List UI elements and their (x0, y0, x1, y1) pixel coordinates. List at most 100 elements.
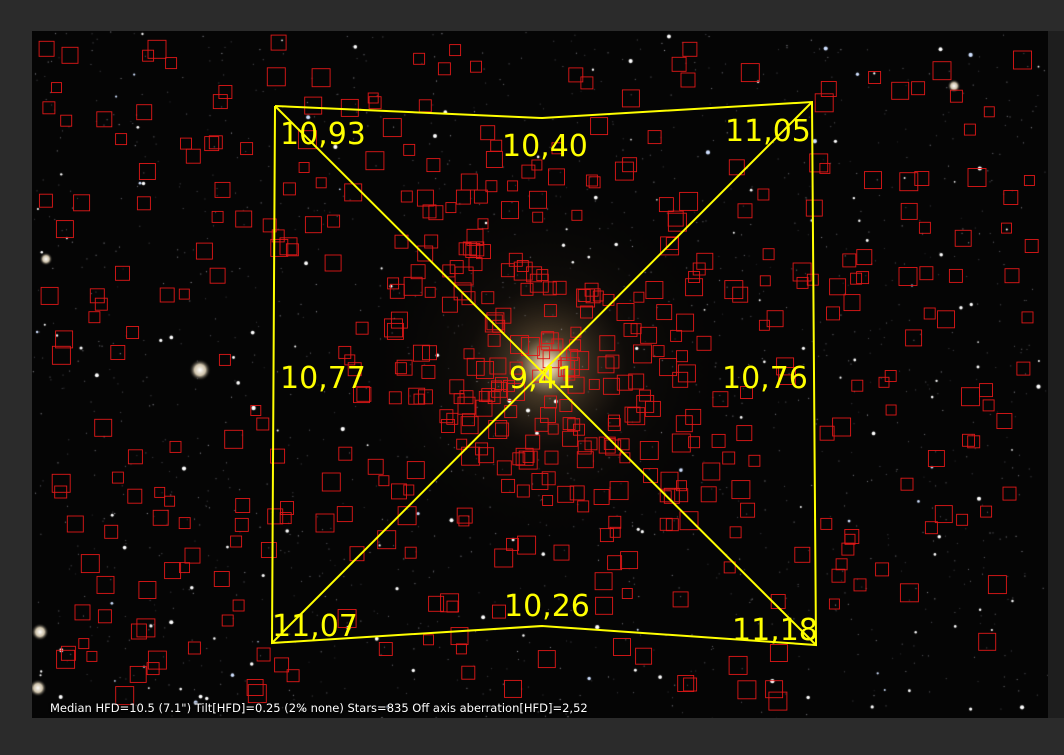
star-detection-box (630, 323, 642, 335)
star-detection-box (842, 253, 857, 268)
star-detection-box (455, 643, 467, 655)
star-detection-box (537, 650, 556, 669)
star-detection-box (410, 264, 426, 280)
star-detection-box (164, 495, 176, 507)
star-detection-box (875, 562, 890, 577)
star-detection-box (607, 555, 623, 571)
image-viewer-window: 10,93 10,40 11,05 10,77 9,41 10,76 11,07… (0, 0, 1064, 755)
star-detection-box (127, 449, 143, 465)
star-detection-box (51, 345, 71, 365)
star-detection-box (169, 440, 182, 453)
star-detection-box (390, 311, 408, 329)
star-detection-box (1001, 222, 1012, 234)
star-detection-box (178, 517, 191, 530)
star-detection-box (185, 148, 201, 164)
star-detection-box (403, 484, 415, 496)
star-detection-box (270, 34, 287, 51)
star-detection-box (608, 414, 620, 427)
star-detection-box (490, 139, 503, 152)
star-detection-box (602, 293, 615, 306)
star-detection-box (336, 506, 353, 523)
star-detection-box (724, 280, 744, 300)
star-detection-box (195, 242, 213, 260)
star-detection-box (458, 242, 472, 256)
star-detection-box (679, 191, 699, 211)
star-detection-box (525, 434, 541, 450)
star-detection-box (521, 164, 536, 179)
star-detection-box (212, 94, 228, 110)
star-detection-box (461, 413, 475, 427)
star-detection-box (422, 204, 437, 219)
star-detection-box (980, 505, 993, 518)
star-detection-box (455, 189, 471, 205)
star-detection-box (51, 82, 62, 94)
star-detection-box (416, 189, 434, 207)
star-detection-box (446, 600, 459, 613)
star-detection-box (805, 199, 823, 217)
star-detection-box (495, 307, 512, 324)
star-detection-box (722, 451, 736, 465)
image-viewport[interactable]: 10,93 10,40 11,05 10,77 9,41 10,76 11,07… (32, 31, 1048, 718)
star-detection-box (732, 286, 749, 303)
star-detection-box (577, 500, 590, 513)
star-detection-box (835, 558, 848, 571)
star-detection-box (571, 209, 583, 221)
star-detection-box (954, 229, 972, 247)
star-detection-box (445, 202, 457, 214)
star-detection-box (544, 395, 557, 409)
star-detection-box (218, 353, 231, 366)
star-detection-box (180, 137, 192, 150)
hfd-region-labels: 10,93 10,40 11,05 10,77 9,41 10,76 11,07… (272, 114, 818, 648)
star-detection-box (73, 194, 91, 212)
star-detection-box (404, 546, 417, 559)
star-detection-box (590, 117, 609, 136)
star-detection-box (982, 399, 995, 412)
star-detection-box (688, 271, 701, 283)
star-detection-box (213, 571, 230, 587)
star-detection-box (266, 67, 286, 87)
star-detection-box (463, 348, 475, 360)
star-detection-box (221, 614, 234, 627)
star-detection-box (475, 442, 489, 456)
star-detection-box (613, 638, 631, 656)
status-bar: Median HFD=10.5 (7.1") Tilt[HFD]=0.25 (2… (32, 697, 1048, 718)
star-detection-box (1004, 268, 1020, 284)
star-detection-box (608, 515, 622, 529)
star-detection-box (382, 118, 402, 138)
star-detection-box (553, 544, 570, 561)
star-detection-box (934, 505, 953, 524)
star-detection-box (633, 344, 652, 364)
star-detection-box (616, 303, 635, 321)
star-detection-box (127, 488, 143, 504)
star-detection-box (576, 288, 596, 308)
star-detection-box (696, 335, 712, 351)
star-detection-box (147, 650, 167, 670)
star-detection-box (96, 575, 115, 594)
star-detection-box (86, 650, 98, 662)
star-detection-box (388, 391, 402, 405)
star-detection-box (599, 528, 614, 543)
star-detection-box (428, 595, 445, 612)
star-detection-box (588, 378, 600, 390)
hfd-center-label: 9,41 (509, 361, 576, 396)
hfd-bottom-left-label: 11,07 (272, 609, 358, 644)
star-detection-box (55, 330, 74, 349)
star-detection-box (466, 357, 485, 376)
star-detection-box (477, 218, 489, 230)
star-detection-box (672, 371, 689, 388)
star-detection-box (598, 436, 616, 454)
star-detection-box (475, 399, 493, 417)
star-detection-box (152, 509, 169, 526)
star-detection-box (831, 568, 846, 583)
star-detection-box (487, 333, 501, 347)
star-detection-box (138, 581, 157, 599)
star-detection-box (794, 546, 811, 563)
star-detection-box (621, 588, 633, 599)
star-detection-box (60, 114, 73, 127)
star-detection-box (492, 319, 506, 333)
star-detection-box (413, 52, 426, 65)
star-detection-box (740, 502, 756, 518)
star-detection-box (89, 288, 105, 304)
star-detection-box (639, 441, 659, 460)
star-detection-box (759, 275, 771, 287)
